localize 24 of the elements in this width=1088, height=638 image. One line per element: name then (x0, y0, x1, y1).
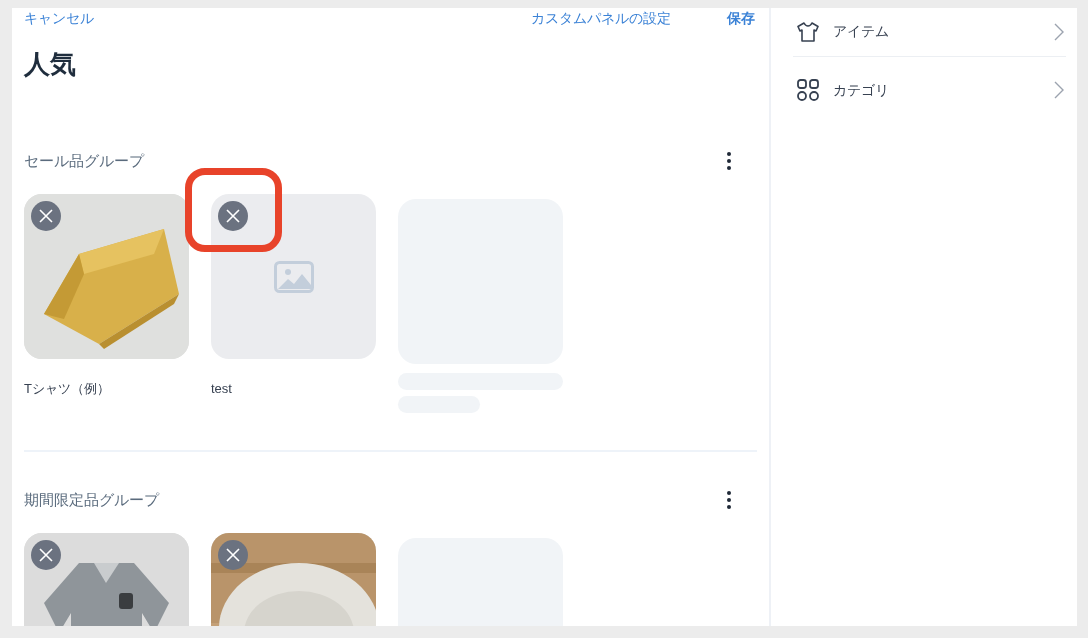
close-icon (226, 548, 240, 562)
sidebar-label: アイテム (833, 22, 889, 41)
product-card[interactable] (211, 194, 376, 359)
custom-panel-settings-link[interactable]: カスタムパネルの設定 (531, 8, 671, 29)
cancel-link[interactable]: キャンセル (24, 8, 94, 29)
group-title: 期間限定品グループ (24, 489, 159, 510)
image-icon (273, 260, 314, 293)
chevron-right-icon (1054, 22, 1064, 41)
chevron-right-icon (1054, 81, 1064, 99)
sidebar-label: カテゴリ (833, 80, 889, 100)
product-name: test (211, 380, 233, 398)
grid-icon (797, 79, 819, 101)
page-title: 人気 (24, 51, 77, 77)
close-icon (226, 209, 240, 223)
save-link[interactable]: 保存 (727, 8, 755, 29)
sidebar-item[interactable]: アイテム (793, 8, 1066, 57)
close-icon (39, 548, 53, 562)
group-title: セール品グループ (24, 150, 144, 171)
product-name: Tシャツ（例） (24, 380, 111, 398)
shirt-icon (797, 21, 819, 42)
more-icon (727, 491, 731, 509)
close-icon (39, 209, 53, 223)
more-icon (727, 152, 731, 170)
sidebar-item[interactable]: カテゴリ (793, 57, 1066, 123)
